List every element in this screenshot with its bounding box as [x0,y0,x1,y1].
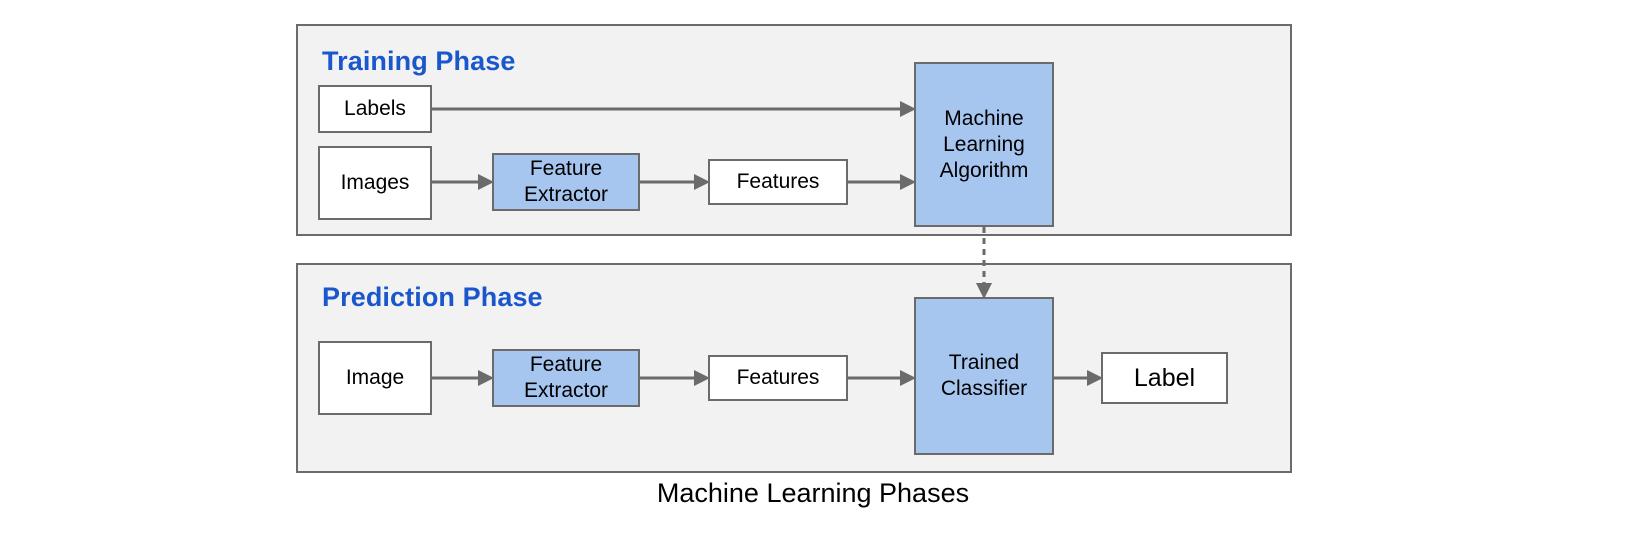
node-features-training[interactable]: Features [708,159,848,205]
node-feature-extractor-training[interactable]: Feature Extractor [492,153,640,211]
diagram-canvas: Training Phase Prediction Phase Labels I… [0,0,1626,560]
node-machine-learning-algorithm[interactable]: Machine Learning Algorithm [914,62,1054,227]
node-features-prediction[interactable]: Features [708,355,848,401]
diagram-caption: Machine Learning Phases [656,478,970,508]
node-feature-extractor-prediction[interactable]: Feature Extractor [492,349,640,407]
node-label[interactable]: Label [1101,352,1228,404]
node-trained-classifier[interactable]: Trained Classifier [914,297,1054,455]
edge-features-to-trained-classifier [848,370,916,386]
edge-image-to-feature-extractor [432,370,494,386]
edge-trained-classifier-to-label [1054,370,1103,386]
node-image[interactable]: Image [318,341,432,415]
prediction-phase-connectors [432,370,1103,386]
node-images[interactable]: Images [318,146,432,220]
node-labels[interactable]: Labels [318,85,432,133]
edge-feature-extractor-to-features [640,370,710,386]
